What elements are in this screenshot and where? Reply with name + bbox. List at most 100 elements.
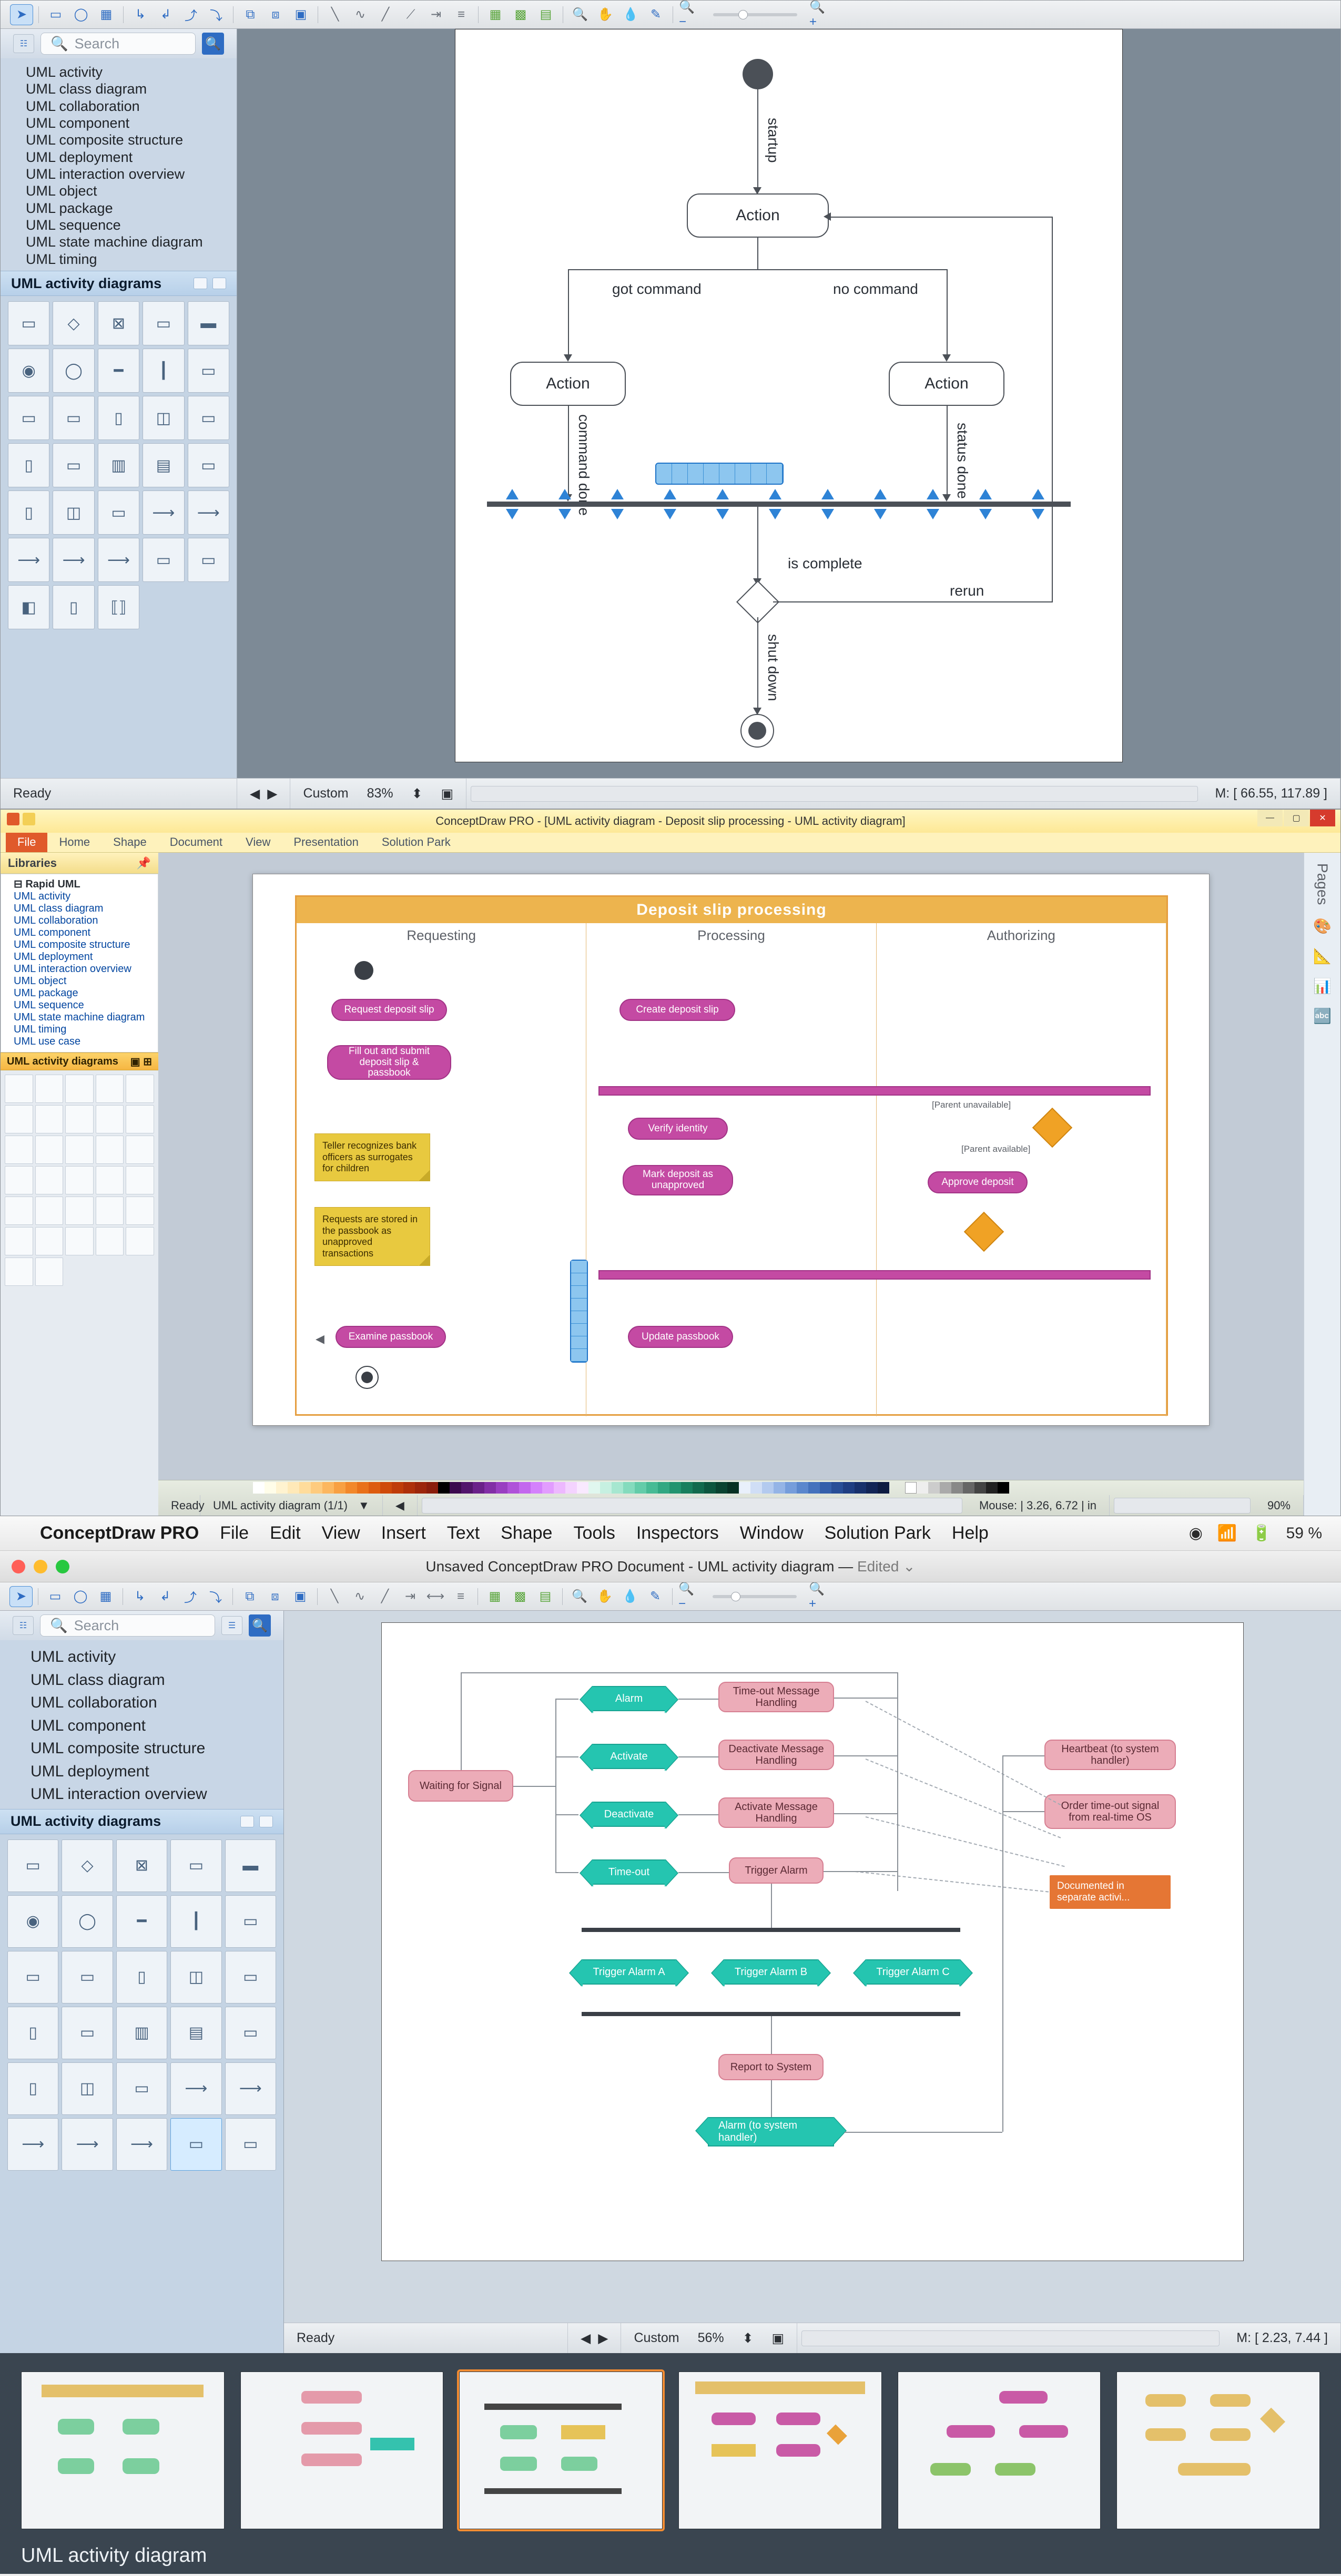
minimize-button[interactable]: —	[1257, 810, 1283, 826]
arrow-tool[interactable]: ⇥	[424, 4, 448, 25]
shape-cell[interactable]: ▭	[225, 1895, 276, 1948]
template-thumb-selected[interactable]	[459, 2371, 663, 2529]
shape-cell[interactable]	[126, 1166, 154, 1194]
grid-tool[interactable]: ▩	[509, 1586, 532, 1607]
shape-cell[interactable]: ▭	[53, 443, 94, 487]
shape-cell[interactable]: ⊠	[116, 1839, 167, 1892]
shape-cell[interactable]: ▯	[8, 443, 49, 487]
group-tool[interactable]: ⧉	[238, 1586, 261, 1607]
shape-cell[interactable]	[5, 1258, 33, 1286]
shape-cell[interactable]: ▯	[116, 1951, 167, 2003]
shape-cell[interactable]	[96, 1136, 124, 1164]
library-item[interactable]: UML deployment	[31, 1760, 274, 1783]
palette2-controls[interactable]: ▣ ⊞	[130, 1055, 152, 1068]
connector-tool[interactable]: ↲	[154, 1586, 177, 1607]
library-item[interactable]: UML interaction overview	[31, 1783, 274, 1806]
ribbon-tab[interactable]: Shape	[101, 831, 158, 852]
shape-cell[interactable]	[126, 1227, 154, 1255]
tree-item[interactable]: UML component	[14, 927, 154, 939]
activity-node[interactable]: Time-out Message Handling	[718, 1682, 834, 1712]
shape-cell[interactable]	[35, 1105, 64, 1133]
pin-icon[interactable]: 📌	[137, 856, 151, 870]
shape-cell-selected[interactable]: ▭	[170, 2118, 221, 2171]
shape-cell[interactable]: ▭	[143, 301, 184, 345]
zoom-in[interactable]: 🔍+	[808, 1586, 831, 1607]
shape-cell[interactable]: ⟶	[7, 2118, 58, 2171]
menu-item[interactable]: Window	[740, 1523, 804, 1543]
shape-cell[interactable]: ⟶	[143, 490, 184, 535]
signal-node[interactable]: Activate	[592, 1744, 666, 1769]
shape-cell[interactable]: ▭	[116, 2062, 167, 2115]
grid-tool[interactable]: ▦	[483, 1586, 506, 1607]
zoom-fit[interactable]: ▣	[771, 2330, 784, 2346]
shape-cell[interactable]: ◫	[170, 1951, 221, 2003]
library-item[interactable]: UML collaboration	[31, 1691, 274, 1714]
zoom-out[interactable]: 🔍−	[678, 1586, 701, 1607]
final-node[interactable]	[355, 1366, 379, 1389]
library-item[interactable]: UML timing	[26, 251, 227, 268]
template-thumb[interactable]	[1116, 2371, 1320, 2529]
shape-cell[interactable]	[5, 1136, 33, 1164]
sync-bar[interactable]	[487, 502, 1071, 507]
library-item[interactable]: UML state machine diagram	[26, 233, 227, 250]
shape-cell[interactable]: ⟶	[188, 490, 229, 535]
shape-cell[interactable]	[5, 1227, 33, 1255]
cell-tool[interactable]: ▦	[95, 4, 118, 25]
shape-cell[interactable]	[35, 1197, 64, 1225]
tree-item[interactable]: UML interaction overview	[14, 963, 154, 975]
close-button[interactable]: ✕	[1310, 810, 1335, 826]
activity-node[interactable]: Order time-out signal from real-time OS	[1044, 1794, 1176, 1829]
shape-cell[interactable]: ▭	[143, 538, 184, 582]
shape-cell[interactable]	[35, 1075, 64, 1103]
tree-root[interactable]: ⊟ Rapid UML	[14, 878, 154, 891]
wifi-icon[interactable]: 📶	[1217, 1524, 1237, 1542]
menu-item[interactable]: Shape	[501, 1523, 552, 1543]
library-item[interactable]: UML sequence	[26, 217, 227, 233]
menu-item[interactable]: File	[220, 1523, 249, 1543]
page-next[interactable]: ▶	[598, 2330, 608, 2346]
activity-node[interactable]: Waiting for Signal	[408, 1770, 513, 1802]
ellipse-tool[interactable]: ◯	[69, 4, 93, 25]
selection-toolbar[interactable]	[570, 1260, 588, 1363]
zoom-slider[interactable]	[713, 1595, 797, 1598]
library-item[interactable]: UML package	[26, 200, 227, 217]
line-tool[interactable]: ∿	[348, 1586, 371, 1607]
library-item[interactable]: UML composite structure	[26, 131, 227, 148]
activity-node[interactable]: Examine passbook	[336, 1326, 446, 1348]
shape-cell[interactable]: ▭	[225, 2118, 276, 2171]
shape-cell[interactable]: ▭	[188, 349, 229, 393]
nav-arrow-left[interactable]: ◀	[316, 1332, 324, 1346]
connector-tool-4[interactable]: ⤵	[205, 4, 228, 25]
tree-item[interactable]: UML state machine diagram	[14, 1011, 154, 1024]
drawing-canvas-2[interactable]: Deposit slip processing Requesting Proce…	[252, 874, 1210, 1426]
sync-bar[interactable]	[598, 1270, 1151, 1280]
palette-ctrl[interactable]	[194, 278, 207, 289]
shape-cell[interactable]	[65, 1227, 94, 1255]
tree-item[interactable]: UML object	[14, 975, 154, 987]
menu-item[interactable]: Solution Park	[825, 1523, 931, 1543]
connector-tool-1[interactable]: ↳	[129, 4, 152, 25]
shape-cell[interactable]: ◉	[8, 349, 49, 393]
menu-item[interactable]: Tools	[573, 1523, 615, 1543]
shape-cell[interactable]	[5, 1197, 33, 1225]
shape-cell[interactable]: ◉	[7, 1895, 58, 1948]
shape-cell[interactable]: ▭	[53, 396, 94, 440]
shape-cell[interactable]: ┃	[170, 1895, 221, 1948]
ribbon-tab-file[interactable]: File	[6, 831, 47, 852]
group-tool[interactable]: ⧈	[263, 1586, 287, 1607]
zoom-tool[interactable]: 🔍	[568, 4, 592, 25]
library-item[interactable]: UML composite structure	[31, 1737, 274, 1760]
template-thumb[interactable]	[21, 2371, 225, 2529]
note[interactable]: Documented in separate activi...	[1050, 1875, 1171, 1909]
shape-cell[interactable]: ◫	[143, 396, 184, 440]
library-item[interactable]: UML deployment	[26, 149, 227, 166]
shape-cell[interactable]: ▭	[7, 1951, 58, 2003]
group-tool-2[interactable]: ⧈	[264, 4, 287, 25]
tree-item[interactable]: UML deployment	[14, 951, 154, 963]
hscroll[interactable]	[471, 786, 1198, 802]
zoom-stepper[interactable]: ⬍	[412, 786, 423, 802]
activity-node[interactable]: Create deposit slip	[619, 999, 735, 1021]
tree-item[interactable]: UML activity	[14, 891, 154, 903]
line-tool-4[interactable]: ⟋	[399, 4, 422, 25]
shape-cell[interactable]	[126, 1136, 154, 1164]
